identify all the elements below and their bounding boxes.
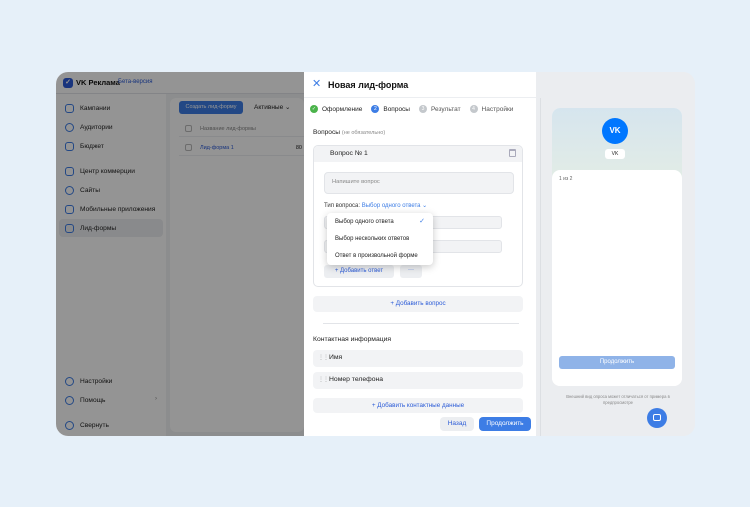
modal-header: ✕ Новая лид-форма <box>304 72 536 98</box>
dropdown-option-free-text[interactable]: Ответ в произвольной форме <box>335 253 418 259</box>
add-contact-label: Добавить контактные данные <box>377 402 465 409</box>
continue-button[interactable]: Продолжить <box>479 417 531 431</box>
contact-field-name[interactable]: ⋮⋮ Имя <box>313 350 523 367</box>
dropdown-option-single[interactable]: Выбор одного ответа <box>335 219 425 225</box>
optional-hint: (не обязательно) <box>341 130 386 136</box>
step-label: Настройки <box>481 105 514 113</box>
add-answer-button[interactable]: + Добавить ответ <box>324 265 394 278</box>
question-input[interactable]: Напишите вопрос <box>324 172 514 194</box>
contact-field-label: Имя <box>329 354 343 361</box>
chevron-down-icon: ⌄ <box>420 203 428 209</box>
questions-section-title: Вопросы (не обязательно) <box>313 129 385 136</box>
back-button[interactable]: Назад <box>440 417 474 431</box>
new-lead-form-modal: ✕ Новая лид-форма ✓ Оформление 2 Вопросы 3… <box>304 72 536 436</box>
contact-section-title: Контактная информация <box>313 336 392 343</box>
divider <box>323 323 519 324</box>
modal-title: Новая лид-форма <box>328 80 409 90</box>
step-number: 3 <box>418 105 427 113</box>
section-title-text: Вопросы <box>313 129 341 136</box>
step-done-icon: ✓ <box>310 105 318 113</box>
preview-continue-button: Продолжить <box>559 356 675 369</box>
question-type-selector[interactable]: Тип вопроса: Выбор одного ответа ⌄ <box>324 202 427 209</box>
preview-disclaimer: Внешний вид опроса может отличаться от п… <box>566 394 670 405</box>
vk-logo-icon: VK <box>602 118 628 144</box>
add-answer-label: Добавить ответ <box>340 268 384 274</box>
chat-support-button[interactable] <box>647 408 667 428</box>
question-type-dropdown: Выбор одного ответа ✓ Выбор нескольких о… <box>327 213 433 265</box>
app-window: ✓ VK Реклама Бета-версия Кампании Аудито… <box>56 72 695 436</box>
preview-body: 1 из 2 Продолжить <box>552 170 682 386</box>
step-design[interactable]: ✓ Оформление <box>310 105 362 113</box>
step-label: Результат <box>430 105 461 113</box>
step-label: Оформление <box>322 105 363 113</box>
close-icon[interactable]: ✕ <box>312 78 321 90</box>
step-result[interactable]: 3 Результат <box>418 105 461 113</box>
add-contact-button[interactable]: + Добавить контактные данные <box>313 398 523 413</box>
modal-footer: Назад Продолжить <box>304 414 536 436</box>
add-question-button[interactable]: + Добавить вопрос <box>313 296 523 312</box>
drag-handle-icon[interactable]: ⋮⋮ <box>318 354 329 361</box>
preview-header: VK VK <box>552 108 682 178</box>
dropdown-option-label: Выбор одного ответа <box>335 219 394 225</box>
step-label: Вопросы <box>383 105 410 113</box>
question-counter: 1 из 2 <box>559 176 573 182</box>
chat-icon <box>653 414 661 421</box>
step-number: 4 <box>469 105 478 113</box>
checkmark-icon: ✓ <box>419 218 425 225</box>
step-questions[interactable]: 2 Вопросы <box>371 105 410 113</box>
add-question-label: Добавить вопрос <box>395 300 446 307</box>
question-header: Вопрос № 1 <box>314 146 522 162</box>
question-title: Вопрос № 1 <box>330 150 368 157</box>
phone-preview: VK VK 1 из 2 Продолжить <box>552 108 682 386</box>
modal-backdrop[interactable] <box>56 72 304 436</box>
preview-panel: VK VK 1 из 2 Продолжить Внешний вид опро… <box>536 72 695 436</box>
community-name-chip: VK <box>605 149 625 159</box>
dropdown-option-multiple[interactable]: Выбор нескольких ответов <box>335 236 409 242</box>
step-settings[interactable]: 4 Настройки <box>469 105 514 113</box>
question-type-label: Тип вопроса: <box>324 203 361 209</box>
trash-icon[interactable] <box>509 149 516 157</box>
divider <box>540 98 541 436</box>
vk-ads-app: ✓ VK Реклама Бета-версия Кампании Аудито… <box>56 72 304 436</box>
contact-field-phone[interactable]: ⋮⋮ Номер телефона <box>313 372 523 389</box>
question-type-value[interactable]: Выбор одного ответа <box>362 203 421 209</box>
more-options-button[interactable]: ··· <box>400 265 422 278</box>
step-number: 2 <box>371 105 380 113</box>
drag-handle-icon[interactable]: ⋮⋮ <box>318 376 329 383</box>
contact-field-label: Номер телефона <box>329 376 384 383</box>
stepper: ✓ Оформление 2 Вопросы 3 Результат 4 Настрой… <box>310 103 536 115</box>
